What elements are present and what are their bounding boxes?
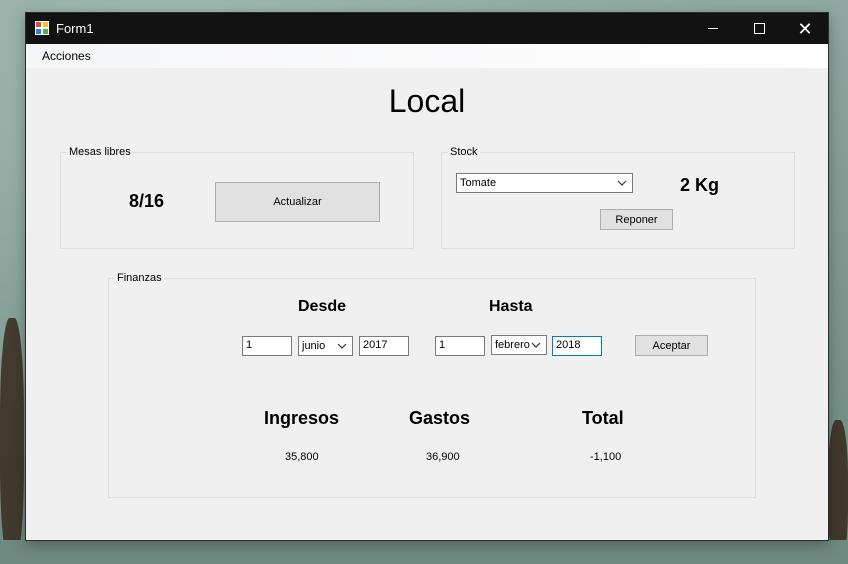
- window-title: Form1: [56, 21, 94, 36]
- mesas-count: 8/16: [129, 191, 165, 211]
- app-icon: [35, 21, 49, 35]
- maximize-icon: [753, 23, 765, 34]
- minimize-icon: [708, 28, 718, 29]
- desde-month-value: junio: [302, 340, 326, 352]
- menu-bar: Acciones: [26, 44, 828, 68]
- minimize-button[interactable]: [690, 13, 736, 44]
- desde-label: Desde: [298, 298, 347, 315]
- chevron-down-icon: [616, 176, 628, 190]
- aceptar-button[interactable]: Aceptar: [635, 335, 708, 356]
- chevron-down-icon: [336, 339, 348, 353]
- total-label: Total: [582, 408, 624, 428]
- hasta-month-value: febrero: [495, 339, 530, 351]
- hasta-label: Hasta: [489, 298, 533, 315]
- stock-quantity: 2 Kg: [680, 175, 720, 195]
- hasta-month-select[interactable]: febrero: [491, 335, 547, 355]
- gastos-label: Gastos: [409, 408, 471, 428]
- hasta-day-field[interactable]: 1: [435, 336, 485, 356]
- title-bar[interactable]: Form1 ✕: [26, 13, 828, 44]
- total-value: -1,100: [590, 451, 622, 463]
- gastos-value: 36,900: [426, 451, 460, 463]
- desde-month-select[interactable]: junio: [298, 336, 353, 356]
- mesas-libres-legend: Mesas libres: [67, 146, 133, 158]
- finanzas-legend: Finanzas: [115, 272, 164, 284]
- reponer-button[interactable]: Reponer: [600, 209, 673, 230]
- page-title: Local: [388, 83, 466, 119]
- hasta-year-field[interactable]: 2018: [552, 336, 602, 356]
- stock-legend: Stock: [448, 146, 480, 158]
- chevron-down-icon: [530, 338, 542, 352]
- app-window: Form1 ✕ Acciones Local Mesas libres 8/16…: [26, 13, 828, 540]
- desde-year-field[interactable]: 2017: [359, 336, 409, 356]
- product-select-value: Tomate: [460, 177, 497, 189]
- menu-acciones[interactable]: Acciones: [42, 49, 91, 63]
- ingresos-value: 35,800: [285, 451, 319, 463]
- finanzas-group: Finanzas Desde Hasta 1 junio 2017 1 febr…: [108, 272, 756, 498]
- form-client-area: Local Mesas libres 8/16 Actualizar Stock…: [26, 68, 828, 540]
- close-button[interactable]: ✕: [782, 13, 828, 44]
- product-select[interactable]: Tomate: [456, 173, 633, 193]
- desktop-ground: [0, 540, 848, 564]
- desde-day-field[interactable]: 1: [242, 336, 292, 356]
- stock-group: Stock Tomate 2 Kg Reponer: [441, 146, 795, 249]
- mesas-libres-group: Mesas libres 8/16 Actualizar: [60, 146, 414, 249]
- palm-tree-decoration: [0, 318, 24, 564]
- maximize-button[interactable]: [736, 13, 782, 44]
- ingresos-label: Ingresos: [264, 408, 340, 428]
- close-icon: ✕: [797, 18, 813, 39]
- actualizar-button[interactable]: Actualizar: [215, 182, 380, 222]
